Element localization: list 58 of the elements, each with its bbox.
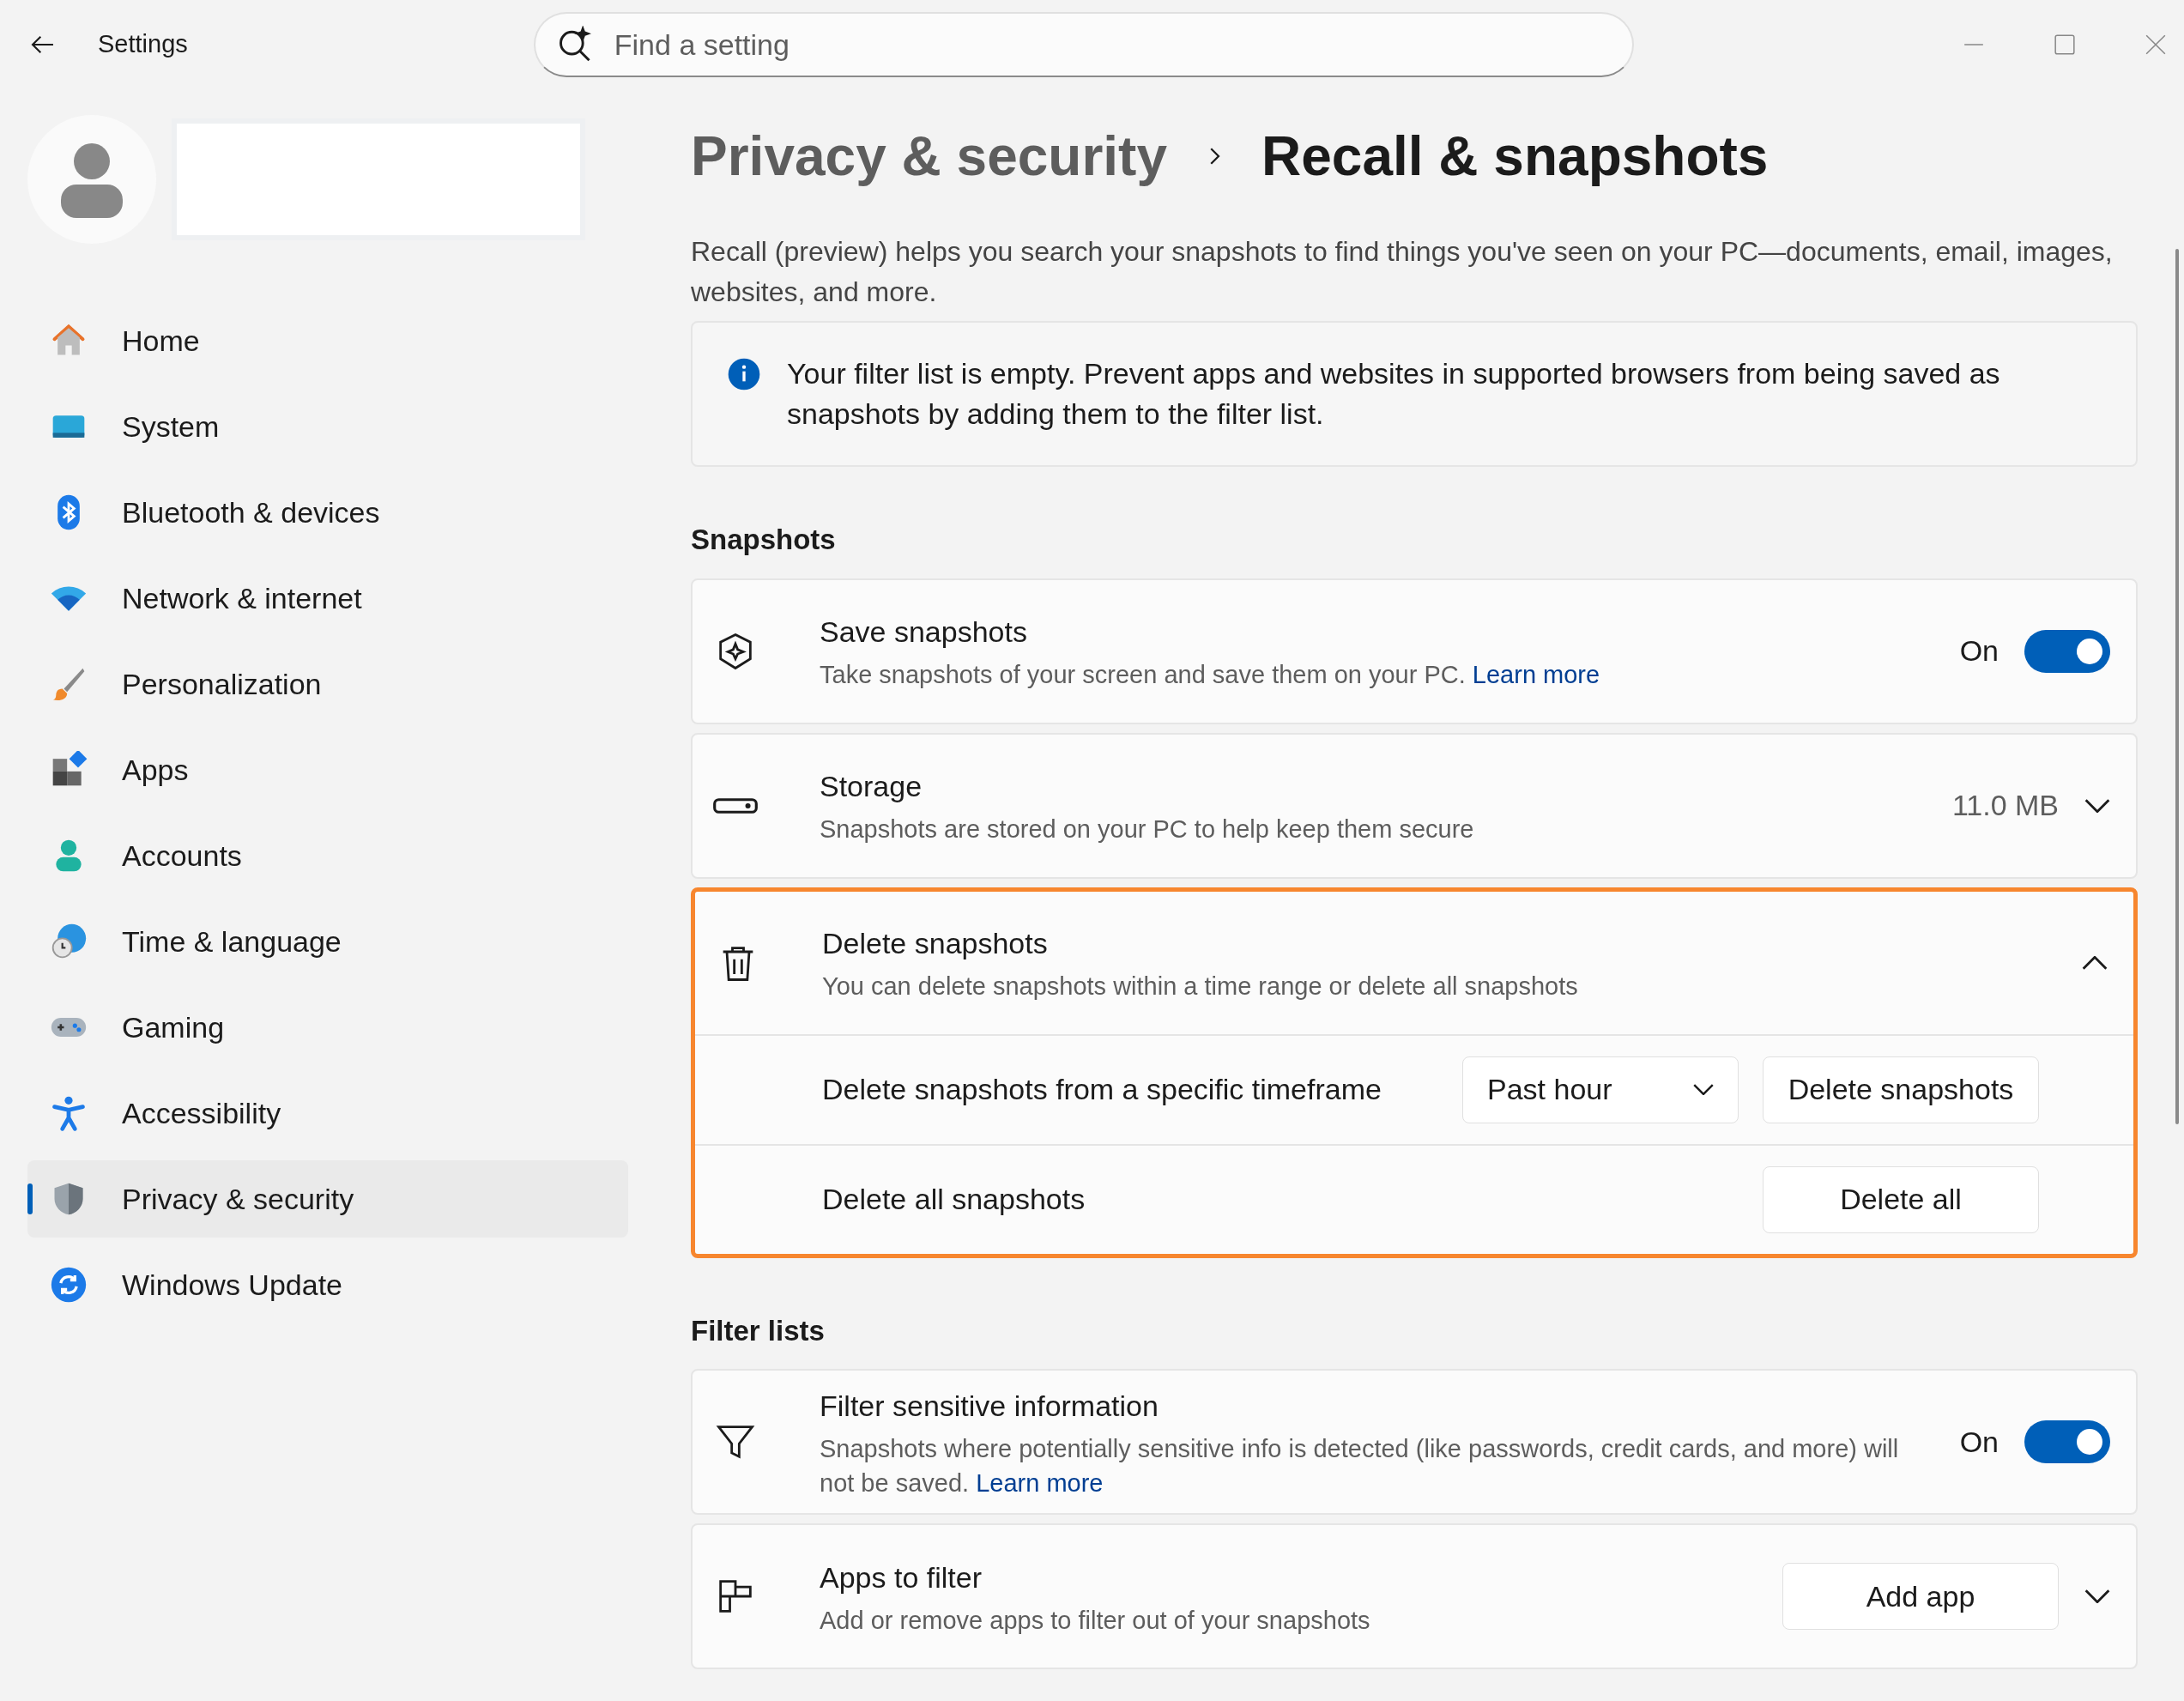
chevron-up-icon[interactable] <box>2082 955 2108 970</box>
card-title: Apps to filter <box>820 1559 983 1595</box>
delete-button[interactable]: Delete all <box>1763 1165 2039 1233</box>
nav-item[interactable]: Apps <box>27 731 628 808</box>
nav-item[interactable]: Windows Update <box>27 1246 628 1323</box>
nav-item[interactable]: Accessibility <box>27 1074 628 1152</box>
drive-icon <box>713 796 758 814</box>
card-title: Delete snapshots <box>822 926 1049 961</box>
nav-item[interactable]: System <box>27 388 628 465</box>
chevron-down-icon <box>1693 1084 1714 1095</box>
option-label: Delete snapshots from a specific timeframe <box>822 1072 1382 1107</box>
nav-item[interactable]: Personalization <box>27 645 628 723</box>
close-icon[interactable] <box>2145 33 2167 56</box>
scrollbar[interactable] <box>2175 249 2179 1124</box>
person-silhouette-icon <box>60 141 124 218</box>
section-heading: Filter lists <box>691 1313 826 1348</box>
card-title: Filter sensitive information <box>820 1388 1159 1424</box>
search-input[interactable]: Find a setting <box>614 22 1612 67</box>
storage-value: 11.0 MB <box>1951 788 2059 823</box>
card-title: Storage <box>820 769 923 804</box>
breadcrumb-item: Recall & snapshots <box>1261 124 1769 189</box>
timeframe-dropdown[interactable]: Past hour <box>1462 1056 1739 1123</box>
card-description: Snapshots where potentially sensitive info is detected (like passwords, credit cards, and more) will not be saved. Learn more <box>820 1433 1900 1498</box>
card-description: Snapshots are stored on your PC to help keep them secure <box>820 814 1475 844</box>
option-label: Delete all snapshots <box>822 1182 1086 1217</box>
nav-item[interactable]: Time & language <box>27 903 628 980</box>
nav-item[interactable]: Network & internet <box>27 560 628 637</box>
info-icon <box>727 357 761 391</box>
breadcrumb-item[interactable]: Privacy & security <box>691 115 1167 197</box>
add-app-button[interactable]: Add app <box>1782 1563 2059 1630</box>
sync-icon <box>50 1266 88 1304</box>
card-description: Add or remove apps to filter out of your snapshots <box>820 1605 1371 1636</box>
globe-clock-icon <box>50 923 88 960</box>
nav-item[interactable]: Accounts <box>27 817 628 894</box>
maximize-icon[interactable] <box>2054 33 2076 56</box>
learn-more-link[interactable]: Learn more <box>1472 661 1600 688</box>
toggle-state-label: On <box>1959 633 1999 669</box>
chevron-down-icon[interactable] <box>2084 798 2110 813</box>
learn-more-link[interactable]: Learn more <box>976 1468 1104 1497</box>
nav-item[interactable]: Gaming <box>27 989 628 1066</box>
nav-item[interactable]: Home <box>27 302 628 379</box>
delete-button[interactable]: Delete snapshots <box>1763 1056 2039 1123</box>
selection-indicator <box>27 1183 33 1214</box>
toggle-switch[interactable] <box>2024 1420 2110 1463</box>
page-description: Recall (preview) helps you search your snapshots to find things you've seen on your PC—documents, email, images, websites, and more. <box>691 235 2114 309</box>
section-heading: Snapshots <box>691 523 837 557</box>
card-title: Save snapshots <box>820 614 1028 650</box>
toggle-state-label: On <box>1959 1424 1999 1460</box>
search-field[interactable]: Find a setting <box>533 12 1634 77</box>
info-message: Your filter list is empty. Prevent apps and websites in supported browsers from being saved as snapshots by adding them to the filter list. <box>787 356 2001 432</box>
accessibility-icon <box>50 1094 88 1132</box>
nav-item[interactable]: Privacy & security <box>27 1160 628 1238</box>
card-description: You can delete snapshots within a time range or delete all snapshots <box>822 972 1579 1002</box>
chevron-down-icon[interactable] <box>2084 1589 2110 1603</box>
toggle-switch[interactable] <box>2024 629 2110 673</box>
nav-item[interactable]: Bluetooth & devices <box>27 474 628 551</box>
card-description: Take snapshots of your screen and save them on your PC. Learn more <box>820 660 1601 690</box>
window-title: Settings <box>98 29 188 60</box>
